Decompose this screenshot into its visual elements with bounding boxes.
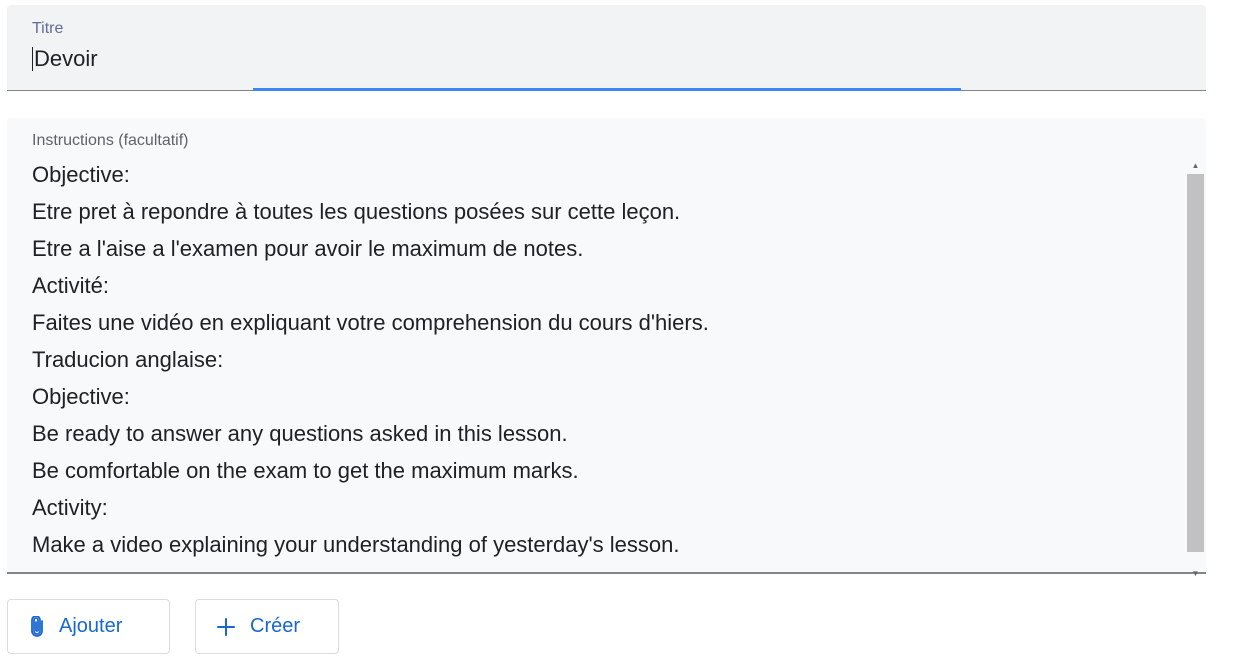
instructions-line: Be ready to answer any questions asked i… [32,421,568,446]
title-value: Devoir [34,46,98,71]
title-label: Titre [32,20,64,37]
create-button[interactable]: Créer [195,599,339,654]
scroll-down-arrow-icon[interactable]: ▼ [1187,565,1204,582]
create-button-label: Créer [250,615,301,637]
scrollbar-thumb[interactable] [1187,174,1204,552]
instructions-line: Etre a l'aise a l'examen pour avoir le m… [32,236,584,261]
paperclip-icon [29,615,45,638]
instructions-line: Etre pret à repondre à toutes les questi… [32,199,681,224]
instructions-scrollbar[interactable]: ▲ ▼ [1187,157,1204,578]
instructions-underline [7,572,1206,574]
assignment-form: Titre Devoir Instructions (facultatif) O… [0,0,1240,665]
scroll-up-arrow-icon[interactable]: ▲ [1187,157,1204,174]
add-button[interactable]: Ajouter [7,599,170,654]
instructions-line: Activity: [32,495,108,520]
title-field[interactable]: Titre Devoir [7,5,1206,91]
title-focus-underline [253,88,961,91]
instructions-label: Instructions (facultatif) [32,132,189,149]
instructions-textarea[interactable]: Objective: Etre pret à repondre à toutes… [32,156,709,563]
title-input[interactable]: Devoir [32,46,98,72]
instructions-line: Activité: [32,273,110,298]
instructions-line: Faites une vidéo en expliquant votre com… [32,310,709,335]
add-button-label: Ajouter [59,615,123,637]
instructions-line: Be comfortable on the exam to get the ma… [32,458,579,483]
instructions-line: Traducion anglaise: [32,347,224,372]
instructions-line: Objective: [32,162,130,187]
plus-icon [216,617,236,637]
text-cursor [32,47,33,71]
instructions-line: Make a video explaining your understandi… [32,532,680,557]
instructions-field[interactable]: Instructions (facultatif) Objective: Etr… [7,118,1206,574]
instructions-line: Objective: [32,384,130,409]
